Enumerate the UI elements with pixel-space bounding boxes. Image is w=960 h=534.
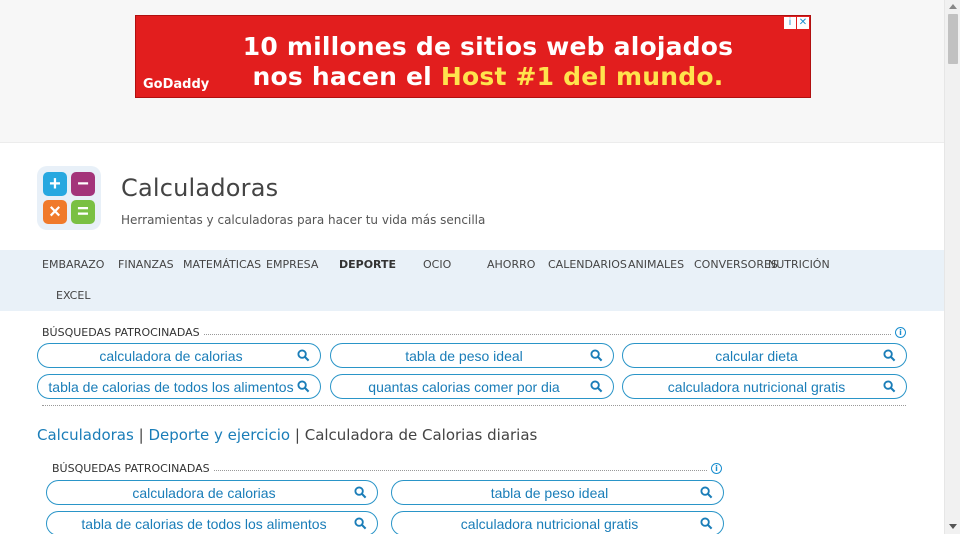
sponsored-heading-text: BÚSQUEDAS PATROCINADAS — [42, 326, 200, 339]
ad-highlight: Host #1 del mundo. — [440, 62, 724, 91]
info-icon[interactable]: i — [711, 463, 722, 474]
scroll-down-arrow-icon[interactable] — [949, 524, 957, 529]
breadcrumb-separator: | — [138, 426, 144, 444]
nav-item-calendarios[interactable]: CALENDARIOS — [548, 258, 627, 271]
equals-icon: = — [71, 200, 95, 224]
pill-label: calculadora nutricional gratis — [667, 378, 846, 395]
godaddy-ad-banner[interactable]: 10 millones de sitios web alojados nos h… — [135, 15, 811, 98]
sponsored-search-pill[interactable]: tabla de peso ideal — [391, 480, 724, 505]
nav-item-matematicas[interactable]: MATEMÁTICAS — [183, 258, 261, 271]
minus-icon: − — [71, 172, 95, 196]
ad-subheadline: nos hacen el Host #1 del mundo. — [136, 62, 810, 91]
search-icon — [700, 486, 713, 499]
sponsored-search-pill[interactable]: quantas calorias comer por dia — [330, 374, 614, 399]
breadcrumb-link-deporte[interactable]: Deporte y ejercicio — [148, 426, 290, 444]
sponsored-search-pill[interactable]: calculadora de calorias — [37, 343, 321, 368]
pill-label: quantas calorias comer por dia — [368, 378, 560, 395]
nav-item-empresa[interactable]: EMPRESA — [266, 258, 318, 271]
nav-item-nutricion[interactable]: NUTRICIÓN — [768, 258, 830, 271]
nav-item-ahorro[interactable]: AHORRO — [487, 258, 535, 271]
main-content: + − × = Calculadoras Herramientas y calc… — [0, 142, 944, 534]
sponsored-search-pill[interactable]: tabla de calorias de todos los alimentos — [37, 374, 321, 399]
nav-item-deporte[interactable]: DEPORTE — [339, 258, 396, 271]
sponsored-search-pill[interactable]: calcular dieta — [622, 343, 907, 368]
breadcrumb-link-calculadoras[interactable]: Calculadoras — [37, 426, 134, 444]
search-icon — [883, 380, 896, 393]
plus-icon: + — [43, 172, 67, 196]
sponsored-heading: BÚSQUEDAS PATROCINADAS i — [52, 462, 722, 475]
ad-controls: i ✕ — [784, 17, 809, 29]
nav-item-finanzas[interactable]: FINANZAS — [118, 258, 174, 271]
pill-label: tabla de calorias de todos los alimentos — [81, 515, 327, 532]
divider — [203, 334, 891, 335]
nav-item-animales[interactable]: ANIMALES — [628, 258, 684, 271]
pill-label: calculadora nutricional gratis — [460, 515, 639, 532]
pill-label: tabla de peso ideal — [490, 484, 609, 501]
search-icon — [883, 349, 896, 362]
sponsored-search-pill[interactable]: calculadora de calorias — [46, 480, 378, 505]
sponsored-search-pill[interactable]: calculadora nutricional gratis — [622, 374, 907, 399]
vertical-scrollbar[interactable] — [944, 0, 960, 534]
nav-item-conversores[interactable]: CONVERSORES — [694, 258, 778, 271]
search-icon — [297, 349, 310, 362]
site-subtitle: Herramientas y calculadoras para hacer t… — [121, 213, 486, 227]
pill-label: tabla de calorias de todos los alimentos — [48, 378, 294, 395]
breadcrumb-current: Calculadora de Calorias diarias — [304, 426, 538, 444]
nav-item-excel[interactable]: EXCEL — [56, 289, 90, 302]
scrollbar-thumb[interactable] — [948, 14, 958, 64]
nav-item-embarazo[interactable]: EMBARAZO — [42, 258, 104, 271]
info-icon[interactable]: i — [895, 327, 906, 338]
site-logo[interactable]: + − × = — [37, 166, 101, 230]
ad-subheadline-text: nos hacen el — [252, 62, 441, 91]
ad-info-icon[interactable]: i — [784, 17, 796, 29]
search-icon — [297, 380, 310, 393]
breadcrumb-separator: | — [294, 426, 300, 444]
sponsored-search-pill[interactable]: tabla de calorias de todos los alimentos — [46, 511, 378, 534]
ad-area: 10 millones de sitios web alojados nos h… — [0, 0, 944, 142]
ad-close-icon[interactable]: ✕ — [797, 17, 809, 29]
breadcrumb: Calculadoras | Deporte y ejercicio | Cal… — [37, 426, 537, 444]
sponsored-search-pill[interactable]: tabla de peso ideal — [330, 343, 614, 368]
search-icon — [590, 380, 603, 393]
pill-label: calculadora de calorias — [132, 484, 276, 501]
category-nav: EMBARAZO FINANZAS MATEMÁTICAS EMPRESA DE… — [0, 250, 944, 311]
sponsored-heading: BÚSQUEDAS PATROCINADAS i — [42, 326, 906, 339]
search-icon — [354, 517, 367, 530]
search-icon — [700, 517, 713, 530]
multiply-icon: × — [43, 200, 67, 224]
pill-label: calculadora de calorias — [99, 347, 243, 364]
sponsored-heading-text: BÚSQUEDAS PATROCINADAS — [52, 462, 210, 475]
scroll-up-arrow-icon[interactable] — [949, 4, 957, 9]
pill-label: calcular dieta — [715, 347, 798, 364]
sponsored-search-pill[interactable]: calculadora nutricional gratis — [391, 511, 724, 534]
ad-headline: 10 millones de sitios web alojados — [242, 32, 734, 61]
divider — [213, 470, 707, 471]
pill-label: tabla de peso ideal — [405, 347, 523, 364]
search-icon — [354, 486, 367, 499]
divider — [42, 405, 906, 406]
godaddy-logo: GoDaddy — [143, 77, 210, 92]
search-icon — [590, 349, 603, 362]
nav-item-ocio[interactable]: OCIO — [423, 258, 451, 271]
site-title[interactable]: Calculadoras — [121, 174, 278, 202]
